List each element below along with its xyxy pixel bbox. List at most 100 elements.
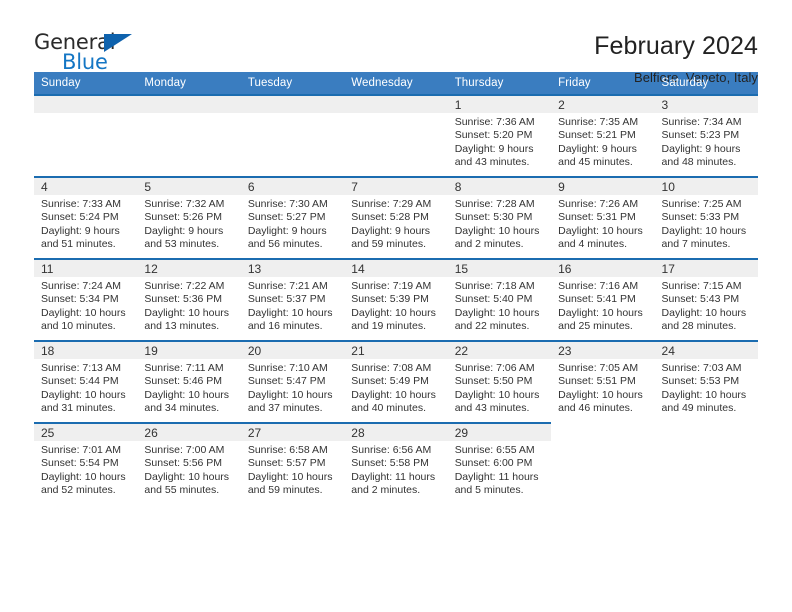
calendar-day-cell[interactable]: 14 Sunrise: 7:19 AM Sunset: 5:39 PM Dayligh… [344, 258, 448, 341]
calendar-day-cell[interactable]: 12 Sunrise: 7:22 AM Sunset: 5:36 PM Dayligh… [137, 258, 241, 341]
weekday-header-wednesday: Wednesday [344, 72, 448, 95]
daylight-text-line1: Daylight: 11 hours [454, 470, 539, 483]
calendar-day-cell[interactable]: 8 Sunrise: 7:28 AM Sunset: 5:30 PM Daylight… [447, 176, 552, 259]
daylight-text-line2: and 28 minutes. [661, 319, 737, 332]
calendar-cell-inner: 22 Sunrise: 7:06 AM Sunset: 5:50 PM Dayligh… [447, 342, 552, 422]
day-number: 1 [454, 98, 462, 112]
sunset-text: Sunset: 5:46 PM [144, 375, 223, 388]
sunrise-text: Sunrise: 7:15 AM [661, 280, 742, 292]
day-number-band [137, 96, 241, 113]
calendar-cell-inner: 13 Sunrise: 7:21 AM Sunset: 5:37 PM Dayligh… [240, 260, 345, 340]
calendar-page: General Blue February 2024 Belfiore, Ven… [0, 0, 792, 612]
day-details: Sunrise: 6:55 AM Sunset: 6:00 PM Daylight:… [448, 441, 551, 497]
calendar-cell-inner: 29 Sunrise: 6:55 AM Sunset: 6:00 PM Dayligh… [447, 424, 552, 504]
daylight-text-line1: Daylight: 10 hours [144, 470, 230, 483]
calendar-day-cell[interactable]: 1 Sunrise: 7:36 AM Sunset: 5:20 PM Daylight… [447, 94, 552, 177]
day-details: Sunrise: 7:21 AM Sunset: 5:37 PM Daylight:… [241, 277, 344, 333]
calendar-day-cell[interactable]: 11 Sunrise: 7:24 AM Sunset: 5:34 PM Dayligh… [34, 258, 138, 341]
calendar-day-cell[interactable]: 25 Sunrise: 7:01 AM Sunset: 5:54 PM Dayligh… [34, 422, 138, 504]
calendar-day-cell[interactable]: 19 Sunrise: 7:11 AM Sunset: 5:46 PM Dayligh… [137, 340, 241, 423]
calendar-day-cell[interactable]: 17 Sunrise: 7:15 AM Sunset: 5:43 PM Dayligh… [654, 258, 758, 341]
day-number-band: 20 [240, 342, 345, 359]
sunrise-text: Sunrise: 7:13 AM [41, 362, 121, 374]
calendar-day-cell[interactable]: 20 Sunrise: 7:10 AM Sunset: 5:47 PM Dayligh… [240, 340, 345, 423]
calendar-cell-empty [344, 94, 448, 177]
calendar-day-cell[interactable]: 28 Sunrise: 6:56 AM Sunset: 5:58 PM Dayligh… [344, 422, 448, 504]
calendar-day-cell[interactable]: 22 Sunrise: 7:06 AM Sunset: 5:50 PM Dayligh… [447, 340, 552, 423]
calendar-day-cell[interactable]: 5 Sunrise: 7:32 AM Sunset: 5:26 PM Daylight… [137, 176, 241, 259]
calendar-cell-inner: 6 Sunrise: 7:30 AM Sunset: 5:27 PM Daylight… [240, 178, 345, 258]
day-number-band: 3 [654, 96, 758, 113]
daylight-text-line1: Daylight: 9 hours [247, 224, 327, 237]
sunrise-text: Sunrise: 7:33 AM [41, 198, 121, 210]
logo-triangle-icon [104, 34, 132, 52]
sunrise-text: Sunrise: 7:18 AM [454, 280, 535, 292]
calendar-day-cell[interactable]: 16 Sunrise: 7:16 AM Sunset: 5:41 PM Dayligh… [551, 258, 655, 341]
calendar-day-cell[interactable]: 29 Sunrise: 6:55 AM Sunset: 6:00 PM Dayligh… [447, 422, 552, 504]
daylight-text-line2: and 40 minutes. [351, 401, 426, 414]
sunset-text: Sunset: 5:58 PM [351, 457, 429, 470]
calendar-day-cell[interactable]: 9 Sunrise: 7:26 AM Sunset: 5:31 PM Daylight… [551, 176, 655, 259]
sunset-text: Sunset: 5:56 PM [144, 457, 223, 470]
daylight-text-line2: and 25 minutes. [558, 319, 633, 332]
day-number-band: 5 [137, 178, 241, 195]
calendar-cell-inner [34, 96, 138, 176]
day-details: Sunrise: 7:29 AM Sunset: 5:28 PM Daylight:… [344, 195, 447, 251]
day-number-band [344, 96, 448, 113]
calendar-cell-inner: 1 Sunrise: 7:36 AM Sunset: 5:20 PM Daylight… [447, 96, 552, 176]
sunset-text: Sunset: 5:51 PM [558, 375, 636, 388]
calendar-day-cell[interactable]: 15 Sunrise: 7:18 AM Sunset: 5:40 PM Dayligh… [447, 258, 552, 341]
calendar-day-cell[interactable]: 23 Sunrise: 7:05 AM Sunset: 5:51 PM Dayligh… [551, 340, 655, 423]
sunset-text: Sunset: 5:31 PM [558, 211, 636, 224]
day-number: 21 [351, 344, 365, 358]
day-details: Sunrise: 7:25 AM Sunset: 5:33 PM Daylight:… [655, 195, 758, 251]
daylight-text-line1: Daylight: 9 hours [661, 142, 741, 155]
calendar-cell-inner: 26 Sunrise: 7:00 AM Sunset: 5:56 PM Dayligh… [137, 424, 241, 504]
calendar-day-cell[interactable]: 21 Sunrise: 7:08 AM Sunset: 5:49 PM Dayligh… [344, 340, 448, 423]
calendar-day-cell[interactable]: 26 Sunrise: 7:00 AM Sunset: 5:56 PM Dayligh… [137, 422, 241, 504]
daylight-text-line1: Daylight: 10 hours [454, 306, 540, 319]
calendar-day-cell[interactable]: 10 Sunrise: 7:25 AM Sunset: 5:33 PM Dayligh… [654, 176, 758, 259]
daylight-text-line2: and 22 minutes. [454, 319, 530, 332]
day-number: 5 [144, 180, 152, 194]
daylight-text-line1: Daylight: 10 hours [247, 306, 333, 319]
calendar-week-row: 18 Sunrise: 7:13 AM Sunset: 5:44 PM Dayligh… [34, 340, 758, 423]
sunrise-text: Sunrise: 7:19 AM [351, 280, 432, 292]
daylight-text-line2: and 43 minutes. [454, 155, 530, 168]
calendar-day-cell[interactable]: 3 Sunrise: 7:34 AM Sunset: 5:23 PM Daylight… [654, 94, 758, 177]
daylight-text-line1: Daylight: 10 hours [454, 388, 540, 401]
day-number-band: 6 [240, 178, 345, 195]
calendar-day-cell[interactable]: 7 Sunrise: 7:29 AM Sunset: 5:28 PM Daylight… [344, 176, 448, 259]
logo-text-blue: Blue [62, 50, 108, 74]
calendar-day-cell[interactable]: 18 Sunrise: 7:13 AM Sunset: 5:44 PM Dayligh… [34, 340, 138, 423]
day-number-band: 28 [344, 424, 448, 441]
day-number: 2 [558, 98, 565, 112]
calendar-table: Sunday Monday Tuesday Wednesday Thursday… [34, 72, 758, 504]
sunrise-text: Sunrise: 7:08 AM [351, 362, 432, 374]
calendar-day-cell[interactable]: 24 Sunrise: 7:03 AM Sunset: 5:53 PM Dayligh… [654, 340, 758, 423]
day-number-band: 13 [240, 260, 345, 277]
daylight-text-line1: Daylight: 9 hours [454, 142, 534, 155]
daylight-text-line2: and 55 minutes. [144, 483, 220, 496]
calendar-day-cell[interactable]: 13 Sunrise: 7:21 AM Sunset: 5:37 PM Dayligh… [240, 258, 345, 341]
calendar-day-cell[interactable]: 4 Sunrise: 7:33 AM Sunset: 5:24 PM Daylight… [34, 176, 138, 259]
day-details: Sunrise: 7:34 AM Sunset: 5:23 PM Daylight:… [655, 113, 758, 169]
weekday-header-monday: Monday [137, 72, 241, 95]
calendar-day-cell[interactable]: 2 Sunrise: 7:35 AM Sunset: 5:21 PM Daylight… [551, 94, 655, 177]
general-blue-logo[interactable]: General Blue [34, 32, 146, 78]
daylight-text-line2: and 53 minutes. [144, 237, 220, 250]
daylight-text-line2: and 19 minutes. [351, 319, 426, 332]
day-number: 3 [661, 98, 669, 112]
sunset-text: Sunset: 5:37 PM [247, 293, 326, 306]
sunrise-text: Sunrise: 7:30 AM [247, 198, 328, 210]
daylight-text-line2: and 52 minutes. [41, 483, 116, 496]
calendar-day-cell[interactable]: 6 Sunrise: 7:30 AM Sunset: 5:27 PM Daylight… [240, 176, 345, 259]
calendar-cell-inner: 16 Sunrise: 7:16 AM Sunset: 5:41 PM Dayligh… [551, 260, 655, 340]
sunset-text: Sunset: 5:50 PM [454, 375, 533, 388]
calendar-day-cell[interactable]: 27 Sunrise: 6:58 AM Sunset: 5:57 PM Dayligh… [240, 422, 345, 504]
daylight-text-line2: and 13 minutes. [144, 319, 220, 332]
page-header: General Blue February 2024 Belfiore, Ven… [34, 0, 758, 85]
page-title: February 2024 [594, 32, 758, 60]
daylight-text-line2: and 34 minutes. [144, 401, 220, 414]
daylight-text-line1: Daylight: 10 hours [454, 224, 540, 237]
